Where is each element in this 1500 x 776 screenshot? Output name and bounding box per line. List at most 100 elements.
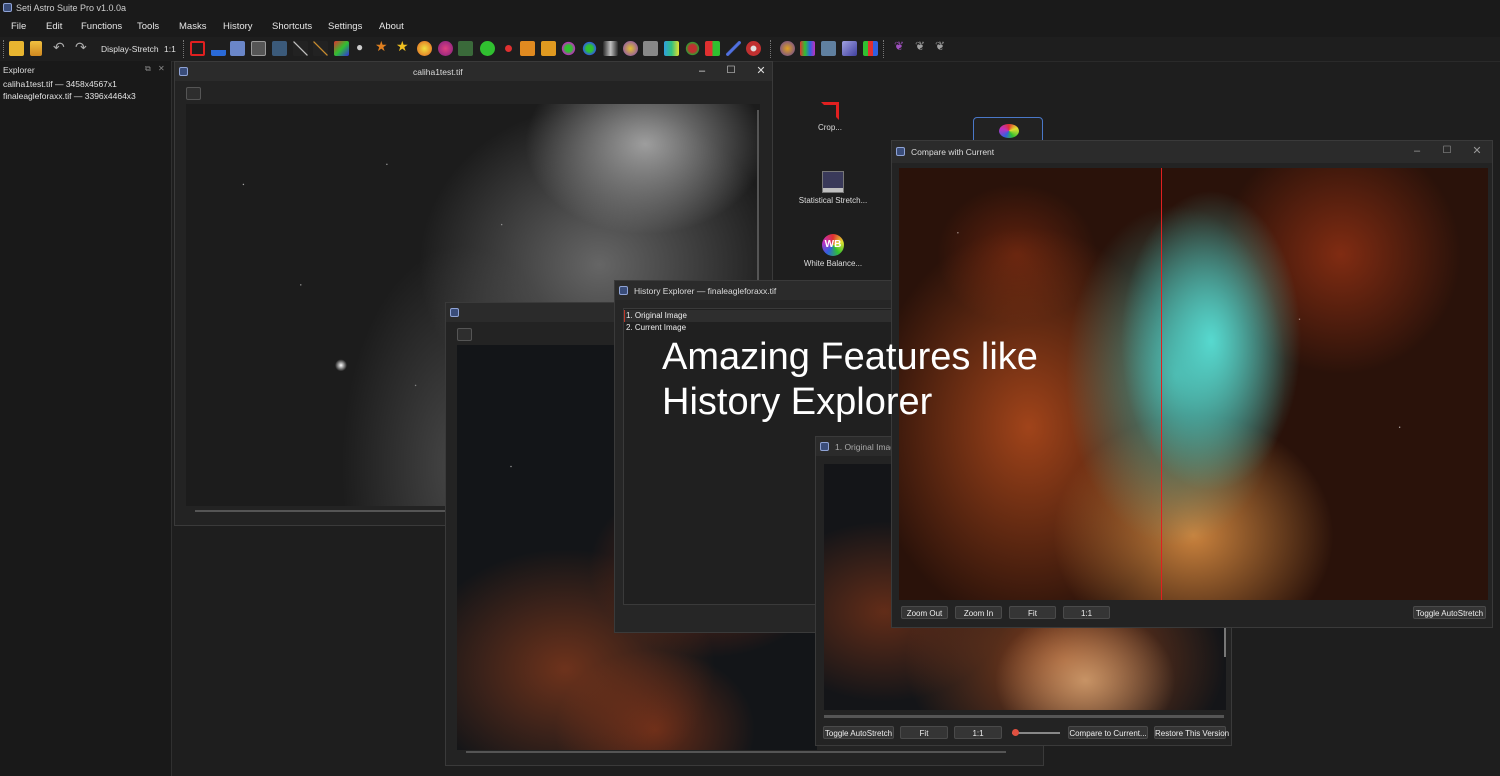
compare-to-current-button[interactable]: Compare to Current... [1068, 726, 1148, 739]
feature-overlay-text: Amazing Features like History Explorer [662, 335, 1038, 425]
scnr-icon[interactable] [458, 41, 473, 56]
explorer-item-eagle[interactable]: finaleagleforaxx.tif — 3396x4464x3 [3, 91, 136, 101]
one-to-one-button[interactable]: 1:1 [954, 726, 1002, 739]
view-options-icon[interactable] [186, 87, 201, 100]
mask-remove-icon[interactable]: ❦ [935, 39, 950, 54]
plot-icon[interactable] [664, 41, 679, 56]
batch-icon[interactable] [821, 41, 836, 56]
nebula-icon[interactable] [623, 41, 638, 56]
zoom-in-button[interactable]: Zoom In [955, 606, 1002, 619]
redo-icon[interactable]: ↷ [75, 39, 90, 55]
history-item-original[interactable]: 1. Original Image [626, 311, 687, 320]
slider-handle[interactable] [1012, 729, 1019, 736]
desktop-wb-shortcut[interactable]: WB White Balance... [798, 234, 868, 268]
star-stretch-icon[interactable]: ★ [375, 38, 390, 54]
maximize-icon[interactable]: ☐ [722, 64, 740, 78]
restore-version-button[interactable]: Restore This Version [1154, 726, 1229, 739]
sun-icon[interactable] [417, 41, 432, 56]
rgb-align-icon[interactable] [541, 41, 556, 56]
ghs-icon[interactable] [313, 41, 328, 56]
menu-edit[interactable]: Edit [46, 21, 62, 32]
overlay-line-2: History Explorer [662, 381, 933, 423]
close-icon[interactable]: ✕ [1468, 144, 1486, 158]
toggle-autostretch-button[interactable]: Toggle AutoStretch [1413, 606, 1486, 619]
history-title: History Explorer — finaleagleforaxx.tif [634, 286, 777, 296]
compare-title: Compare with Current [911, 147, 995, 157]
close-icon[interactable]: ✕ [158, 64, 165, 73]
horizontal-scrollbar[interactable] [466, 751, 1006, 753]
window-icon [179, 67, 188, 76]
close-icon[interactable]: ✕ [752, 64, 770, 78]
menu-settings[interactable]: Settings [328, 21, 362, 32]
extract-icon[interactable] [582, 41, 597, 56]
window-icon [450, 308, 459, 317]
astro-icon[interactable] [643, 41, 658, 56]
app-title: Seti Astro Suite Pro v1.0.0a [16, 3, 127, 13]
caliha-titlebar[interactable]: caliha1test.tif – ☐ ✕ [175, 62, 772, 81]
zoom-out-button[interactable]: Zoom Out [901, 606, 948, 619]
brush-icon[interactable] [726, 41, 741, 56]
ratio-label[interactable]: 1:1 [164, 44, 176, 54]
blink-icon[interactable] [520, 41, 535, 56]
minimize-icon[interactable]: – [1408, 144, 1426, 158]
fit-button[interactable]: Fit [900, 726, 948, 739]
crop-icon[interactable] [190, 41, 205, 56]
star-reduce-icon[interactable]: ★ [396, 38, 411, 54]
mask-icon[interactable] [780, 41, 795, 56]
desktop-wb-label: White Balance... [803, 259, 863, 268]
window-icon [619, 286, 628, 295]
remove-green-icon[interactable] [480, 41, 495, 56]
pixel-math-icon[interactable] [603, 41, 618, 56]
history-item-current[interactable]: 2. Current Image [626, 323, 686, 332]
stat-stretch-icon[interactable] [251, 41, 266, 56]
curve-icon[interactable] [293, 41, 308, 56]
mask-create-icon[interactable]: ❦ [894, 39, 909, 54]
display-stretch-button[interactable]: Display-Stretch [101, 44, 159, 54]
crop-icon [821, 102, 839, 120]
color-icon[interactable] [334, 41, 349, 56]
mask-apply-icon[interactable]: ❦ [915, 39, 930, 54]
toggle-autostretch-button[interactable]: Toggle AutoStretch [823, 726, 894, 739]
combine-icon[interactable] [561, 41, 576, 56]
zoom-slider[interactable] [1012, 729, 1060, 736]
menu-functions[interactable]: Functions [81, 21, 122, 32]
background-icon[interactable]: ● [356, 40, 371, 55]
compare-titlebar[interactable]: Compare with Current – ☐ ✕ [892, 141, 1492, 163]
overlay-line-1: Amazing Features like [662, 336, 1038, 378]
script-icon[interactable] [842, 41, 857, 56]
menu-file[interactable]: File [11, 21, 26, 32]
view-options-icon[interactable] [457, 328, 472, 341]
explorer-item-caliha[interactable]: caliha1test.tif — 3458x4567x1 [3, 79, 117, 89]
desktop-crop-shortcut[interactable]: Crop... [795, 102, 865, 132]
gear-icon[interactable] [685, 41, 700, 56]
undo-icon[interactable]: ↶ [53, 39, 68, 55]
one-to-one-button[interactable]: 1:1 [1063, 606, 1110, 619]
target-icon[interactable] [746, 41, 761, 56]
minimize-icon[interactable]: – [693, 64, 711, 78]
grid-icon[interactable] [705, 41, 720, 56]
float-icon[interactable]: ⧉ [145, 64, 151, 74]
menu-about[interactable]: About [379, 21, 404, 32]
palette-icon[interactable] [800, 41, 815, 56]
star-tool-icon[interactable] [272, 41, 287, 56]
open-folder-icon[interactable] [9, 41, 24, 56]
slider-track [1012, 732, 1060, 734]
desktop-stat-shortcut[interactable]: Statistical Stretch... [798, 171, 868, 205]
history-titlebar[interactable]: History Explorer — finaleagleforaxx.tif [615, 281, 895, 300]
fit-button[interactable]: Fit [1009, 606, 1056, 619]
wb-icon[interactable] [438, 41, 453, 56]
levels-icon[interactable] [230, 41, 245, 56]
menu-history[interactable]: History [223, 21, 253, 32]
menu-masks[interactable]: Masks [179, 21, 206, 32]
menu-shortcuts[interactable]: Shortcuts [272, 21, 312, 32]
save-icon[interactable] [30, 41, 42, 56]
histogram-icon[interactable] [211, 41, 226, 56]
menu-tools[interactable]: Tools [137, 21, 159, 32]
compare-divider-line[interactable] [1161, 168, 1162, 600]
vertical-scrollbar[interactable] [1224, 627, 1226, 657]
channels-icon[interactable] [863, 41, 878, 56]
maximize-icon[interactable]: ☐ [1438, 144, 1456, 158]
explorer-panel: Explorer ⧉ ✕ caliha1test.tif — 3458x4567… [0, 61, 172, 776]
horizontal-scrollbar[interactable] [824, 715, 1224, 718]
debayer-icon[interactable] [501, 41, 516, 56]
